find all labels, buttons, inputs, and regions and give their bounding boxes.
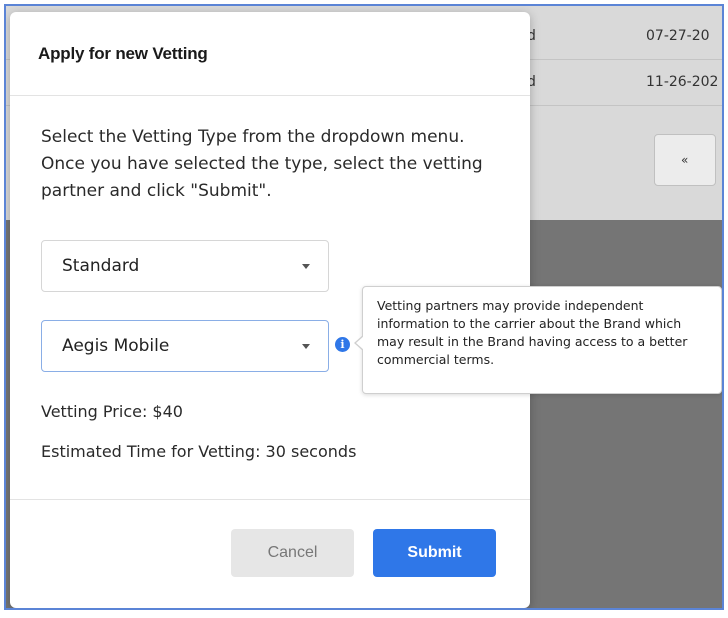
vetting-partner-value: Aegis Mobile [62, 336, 170, 356]
chevron-down-icon [302, 264, 310, 269]
modal-footer: Cancel Submit [10, 500, 530, 606]
modal-header: Apply for new Vetting [10, 12, 530, 96]
modal-title: Apply for new Vetting [38, 43, 208, 63]
row-date: 11-26-202 [646, 74, 719, 90]
vetting-price: Vetting Price: $40 [41, 402, 183, 421]
submit-button[interactable]: Submit [373, 529, 496, 577]
vetting-partner-select[interactable]: Aegis Mobile [41, 320, 329, 372]
chevron-down-icon [302, 344, 310, 349]
pagination-prev-button[interactable]: « [654, 134, 716, 186]
tooltip-arrow [354, 335, 364, 351]
instructions-text: Select the Vetting Type from the dropdow… [41, 127, 483, 201]
screenshot-frame: d 07-27-20 d 11-26-202 « Apply for new V… [4, 4, 724, 610]
partner-info-tooltip: Vetting partners may provide independent… [354, 286, 722, 394]
estimated-time: Estimated Time for Vetting: 30 seconds [41, 442, 357, 461]
cancel-button[interactable]: Cancel [231, 529, 354, 577]
tooltip-text: Vetting partners may provide independent… [377, 298, 688, 367]
info-icon[interactable]: i [335, 337, 350, 352]
row-date: 07-27-20 [646, 28, 710, 44]
vetting-type-value: Standard [62, 256, 140, 276]
vetting-type-select[interactable]: Standard [41, 240, 329, 292]
